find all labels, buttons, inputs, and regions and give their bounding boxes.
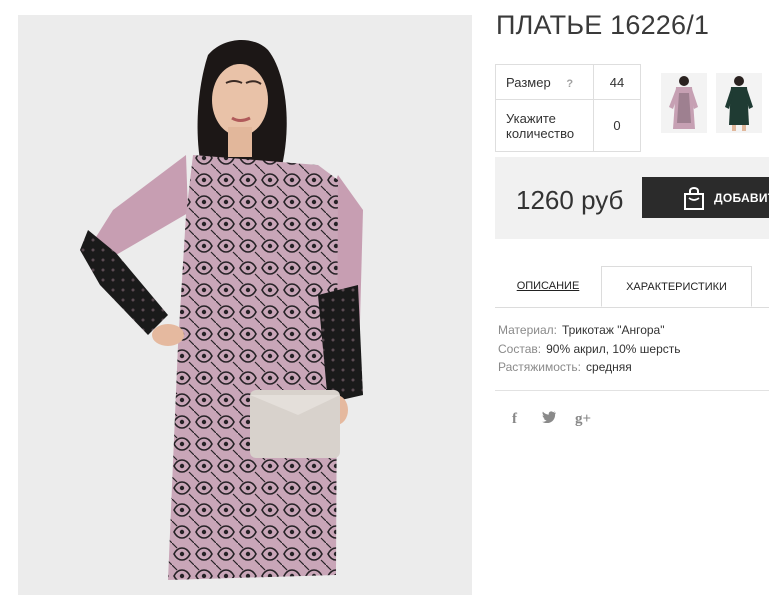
thumbnail-green-dress[interactable] [716,73,762,133]
price-panel: 1260 руб ДОБАВИТЬ [495,157,769,239]
spec-stretch: Растяжимость: средняя [498,360,632,374]
shopping-bag-icon [681,185,707,214]
spec-value: 90% акрил, 10% шерсть [546,342,681,356]
product-main-photo[interactable] [18,15,472,595]
twitter-icon[interactable] [542,411,556,426]
divider [495,390,769,391]
product-title: ПЛАТЬЕ 16226/1 [496,10,710,40]
quantity-input[interactable]: 0 [593,99,641,152]
spec-material: Материал: Трикотаж "Ангора" [498,323,664,337]
size-label: Размер [506,74,551,90]
size-value[interactable]: 44 [593,64,641,100]
size-label-cell: Размер ? [495,64,594,100]
add-to-cart-button[interactable]: ДОБАВИТЬ [642,177,769,218]
product-price: 1260 руб [516,185,624,215]
quantity-label: Укажите количество [495,99,594,152]
spec-key: Растяжимость: [498,360,582,374]
spec-key: Материал: [498,323,557,337]
facebook-icon[interactable]: f [512,411,517,428]
size-help-icon[interactable]: ? [566,78,573,90]
spec-value: Трикотаж "Ангора" [561,323,665,337]
tab-description[interactable]: ОПИСАНИЕ [495,266,601,307]
product-tabs: ОПИСАНИЕ ХАРАКТЕРИСТИКИ [495,266,769,308]
googleplus-icon[interactable]: g+ [575,411,591,428]
thumbnail-pink-dress[interactable] [661,73,707,133]
add-to-cart-label: ДОБАВИТЬ [714,191,769,205]
product-options-table: Размер ? 44 Укажите количество 0 [495,64,641,152]
spec-key: Состав: [498,342,542,356]
spec-value: средняя [586,360,632,374]
spec-composition: Состав: 90% акрил, 10% шерсть [498,342,681,356]
tab-characteristics[interactable]: ХАРАКТЕРИСТИКИ [601,266,752,307]
